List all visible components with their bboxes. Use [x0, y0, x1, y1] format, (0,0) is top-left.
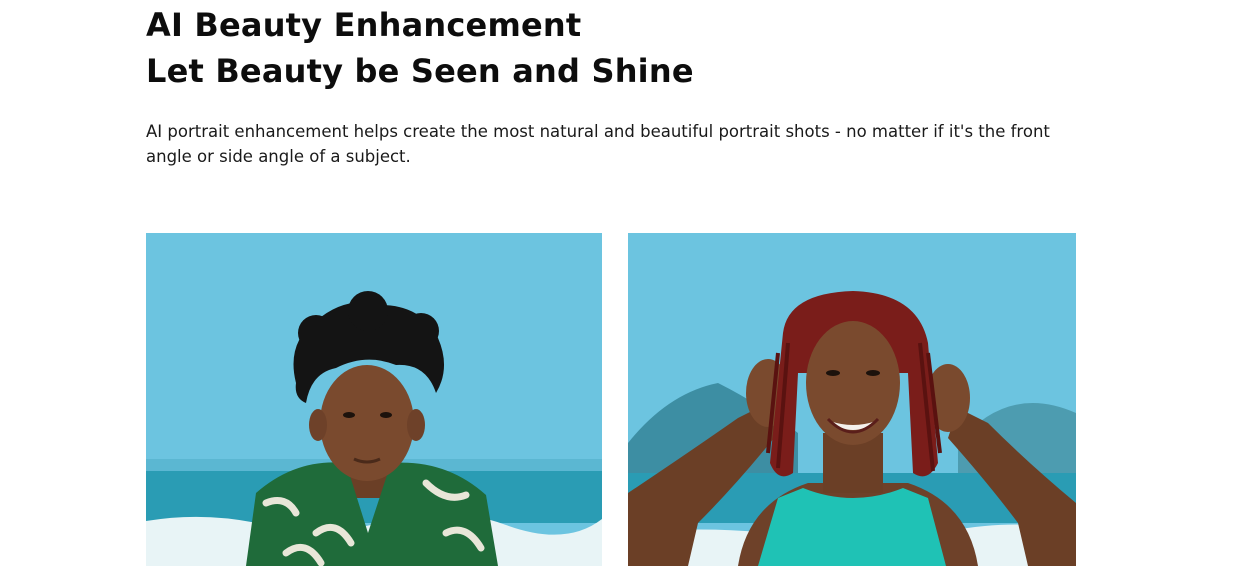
portrait-photo-woman-beach-icon: [628, 233, 1076, 566]
portrait-photo-man-beach-icon: [146, 233, 602, 566]
beauty-section: AI Beauty Enhancement Let Beauty be Seen…: [0, 0, 1234, 566]
section-description: AI portrait enhancement helps create the…: [146, 122, 1050, 166]
portrait-photo-man: [146, 233, 602, 566]
title-line-2: Let Beauty be Seen and Shine: [146, 52, 694, 90]
section-title: AI Beauty Enhancement Let Beauty be Seen…: [146, 2, 694, 94]
title-line-1: AI Beauty Enhancement: [146, 6, 582, 44]
portrait-photo-woman: [628, 233, 1076, 566]
